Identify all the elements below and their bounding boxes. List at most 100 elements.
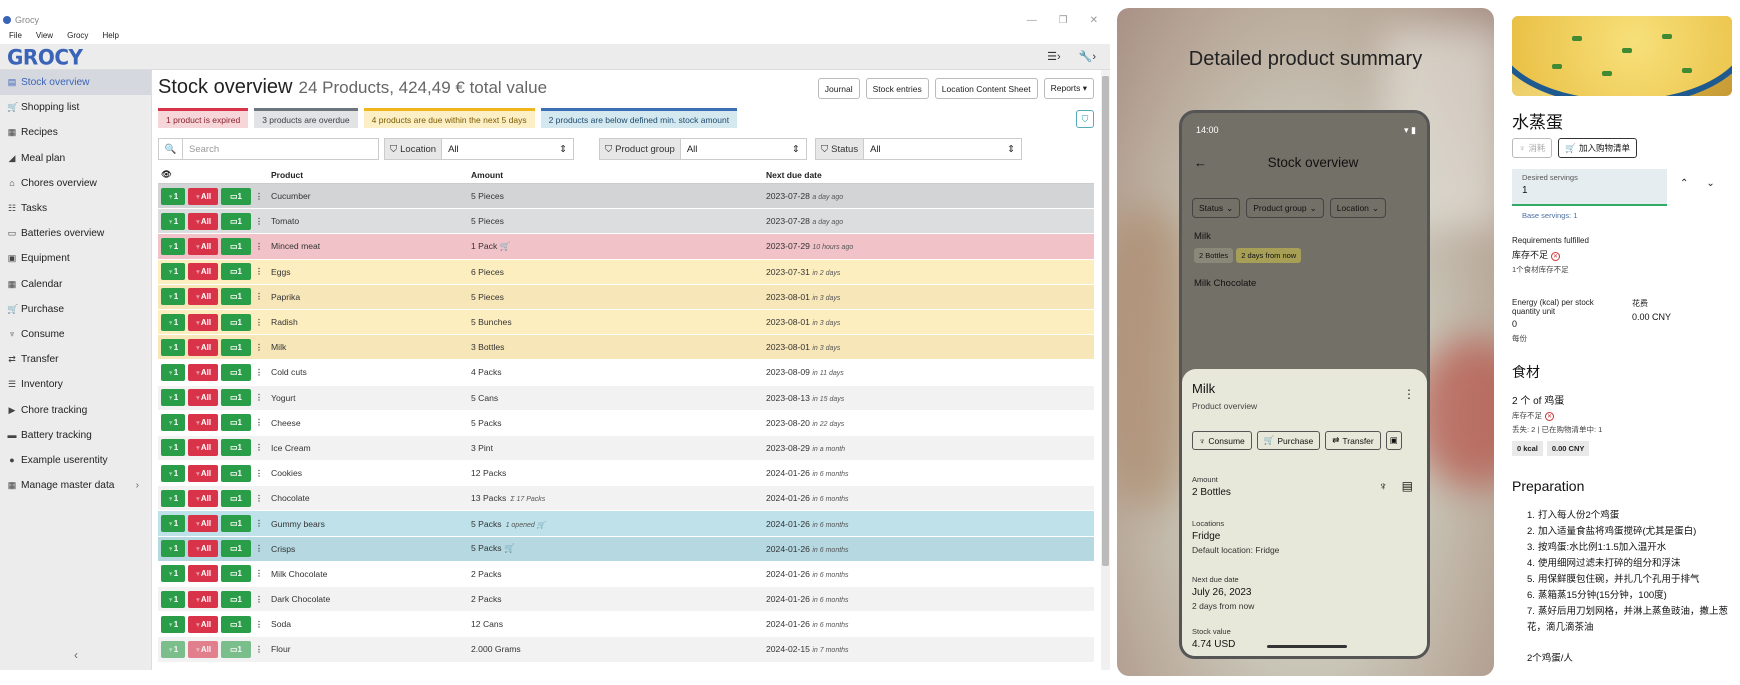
consume-all-button[interactable]: ♆ All (188, 515, 218, 533)
sidebar-item-chores-overview[interactable]: ⌂ Chores overview (0, 171, 151, 196)
consume-one-button[interactable]: ♆ 1 (161, 489, 185, 507)
consume-all-button[interactable]: ♆ All (188, 338, 218, 356)
more-options-icon[interactable]: ⋮ (254, 213, 264, 230)
sidebar-item-shopping-list[interactable]: 🛒 Shopping list (0, 95, 151, 120)
chip-product-group[interactable]: Product group ⌄ (1246, 198, 1324, 218)
consume-all-button[interactable]: ♆ All (188, 363, 218, 381)
consume-all-button[interactable]: ♆ All (188, 414, 218, 432)
add-to-shopping-list-button[interactable]: 🛒 加入购物清单 (1558, 138, 1637, 158)
menu-grocy[interactable]: Grocy (67, 31, 88, 40)
transfer-action-button[interactable]: ⇄ Transfer (1325, 431, 1381, 450)
consume-all-button[interactable]: ♆ All (188, 212, 218, 230)
consume-all-button[interactable]: ♆ All (188, 389, 218, 407)
more-options-icon[interactable]: ⋮ (254, 188, 264, 205)
consume-one-button[interactable]: ♆ 1 (161, 237, 185, 255)
sidebar-item-consume[interactable]: ♆ Consume (0, 322, 151, 347)
consume-one-button[interactable]: ♆ 1 (161, 313, 185, 331)
journal-button[interactable]: Journal (817, 78, 860, 99)
consume-all-button[interactable]: ♆ All (188, 288, 218, 306)
sidebar-item-meal-plan[interactable]: ◢ Meal plan (0, 146, 151, 171)
consume-one-button[interactable]: ♆ 1 (161, 187, 185, 205)
open-one-button[interactable]: ▭ 1 (221, 640, 251, 658)
minimize-button[interactable]: — (1027, 15, 1037, 26)
consume-one-button[interactable]: ♆ 1 (161, 338, 185, 356)
status-alert[interactable]: 4 products are due within the next 5 day… (363, 108, 535, 128)
open-one-button[interactable]: ▭ 1 (221, 212, 251, 230)
product-name[interactable]: Dark Chocolate (267, 594, 467, 604)
open-one-button[interactable]: ▭ 1 (221, 263, 251, 281)
consume-one-button[interactable]: ♆ 1 (161, 640, 185, 658)
scrollbar-thumb[interactable] (1102, 76, 1109, 566)
sidebar-item-stock-overview[interactable]: ▤ Stock overview (0, 70, 151, 96)
column-visibility-icon[interactable]: 👁 (158, 169, 267, 180)
menu-list-icon[interactable]: ☰› (1047, 50, 1061, 63)
consume-all-button[interactable]: ♆ All (188, 565, 218, 583)
product-group-filter[interactable]: ⛉ Product group All ⇕ (599, 138, 807, 160)
more-options-icon[interactable]: ⋮ (254, 238, 264, 255)
open-one-button[interactable]: ▭ 1 (221, 313, 251, 331)
product-name[interactable]: Ice Cream (267, 443, 467, 453)
product-name[interactable]: Cucumber (267, 191, 467, 201)
more-options-icon[interactable]: ⋮ (254, 314, 264, 331)
more-options-icon[interactable]: ⋮ (254, 414, 264, 431)
wrench-settings-icon[interactable]: 🔧› (1079, 50, 1096, 63)
product-name[interactable]: Soda (267, 619, 467, 629)
product-name[interactable]: Cold cuts (267, 367, 467, 377)
status-alert[interactable]: 1 product is expired (158, 108, 249, 128)
status-filter[interactable]: ⛉ Status All ⇕ (815, 138, 1023, 160)
product-name[interactable]: Tomato (267, 216, 467, 226)
consume-one-button[interactable]: ♆ 1 (161, 464, 185, 482)
more-options-icon[interactable]: ⋮ (254, 591, 264, 608)
more-options-icon[interactable]: ⋮ (254, 616, 264, 633)
product-name[interactable]: Chocolate (267, 493, 467, 503)
consume-one-button[interactable]: ♆ 1 (161, 515, 185, 533)
open-one-button[interactable]: ▭ 1 (221, 615, 251, 633)
open-one-button[interactable]: ▭ 1 (221, 565, 251, 583)
product-name[interactable]: Milk Chocolate (267, 569, 467, 579)
reports-dropdown[interactable]: Reports ▾ (1043, 78, 1094, 99)
consume-one-button[interactable]: ♆ 1 (161, 363, 185, 381)
more-options-icon[interactable]: ⋮ (254, 288, 264, 305)
consume-one-button[interactable]: ♆ 1 (161, 414, 185, 432)
consume-one-button[interactable]: ♆ 1 (161, 263, 185, 281)
consume-one-button[interactable]: ♆ 1 (161, 615, 185, 633)
chevron-down-icon[interactable]: ⌄ (1706, 178, 1714, 189)
grocy-logo[interactable]: GROCY (7, 44, 83, 69)
more-options-icon[interactable]: ⋮ (254, 389, 264, 406)
more-options-icon[interactable]: ⋮ (254, 540, 264, 557)
consume-icon[interactable]: ♆ (1379, 479, 1388, 493)
scrollbar[interactable] (1101, 70, 1110, 670)
product-name[interactable]: Radish (267, 317, 467, 327)
more-options-icon[interactable]: ⋮ (254, 515, 264, 532)
open-one-button[interactable]: ▭ 1 (221, 439, 251, 457)
menu-help[interactable]: Help (102, 31, 118, 40)
product-name[interactable]: Cookies (267, 468, 467, 478)
product-name[interactable]: Minced meat (267, 241, 467, 251)
maximize-button[interactable]: ❐ (1059, 15, 1068, 26)
product-name[interactable]: Gummy bears (267, 519, 467, 529)
consume-recipe-button[interactable]: ♆ 消耗 (1512, 138, 1553, 158)
sidebar-item-battery-tracking[interactable]: ▬ Battery tracking (0, 423, 151, 448)
more-options-icon[interactable]: ⋮ (254, 364, 264, 381)
consume-one-button[interactable]: ♆ 1 (161, 212, 185, 230)
more-options-icon[interactable]: ⋮ (254, 439, 264, 456)
product-name[interactable]: Milk (267, 342, 467, 352)
location-content-sheet-button[interactable]: Location Content Sheet (934, 78, 1038, 99)
menu-view[interactable]: View (36, 31, 53, 40)
back-arrow-icon[interactable]: ← (1194, 155, 1207, 170)
open-one-button[interactable]: ▭ 1 (221, 363, 251, 381)
search-field[interactable]: 🔍 Search (158, 138, 379, 160)
sidebar-item-chore-tracking[interactable]: ▶ Chore tracking (0, 397, 151, 422)
open-one-button[interactable]: ▭ 1 (221, 237, 251, 255)
more-options-icon[interactable]: ⋮ (254, 641, 264, 658)
product-name[interactable]: Flour (267, 644, 467, 654)
consume-all-button[interactable]: ♆ All (188, 263, 218, 281)
consume-one-button[interactable]: ♆ 1 (161, 288, 185, 306)
filter-toggle-icon[interactable]: ⛉ (1076, 110, 1094, 128)
sidebar-item-transfer[interactable]: ⇄ Transfer (0, 347, 151, 372)
open-one-button[interactable]: ▭ 1 (221, 590, 251, 608)
sidebar-item-example-userentity[interactable]: ● Example userentity (0, 448, 151, 473)
open-one-button[interactable]: ▭ 1 (221, 464, 251, 482)
stock-entries-button[interactable]: Stock entries (865, 78, 929, 99)
status-alert[interactable]: 2 products are below defined min. stock … (540, 108, 738, 128)
